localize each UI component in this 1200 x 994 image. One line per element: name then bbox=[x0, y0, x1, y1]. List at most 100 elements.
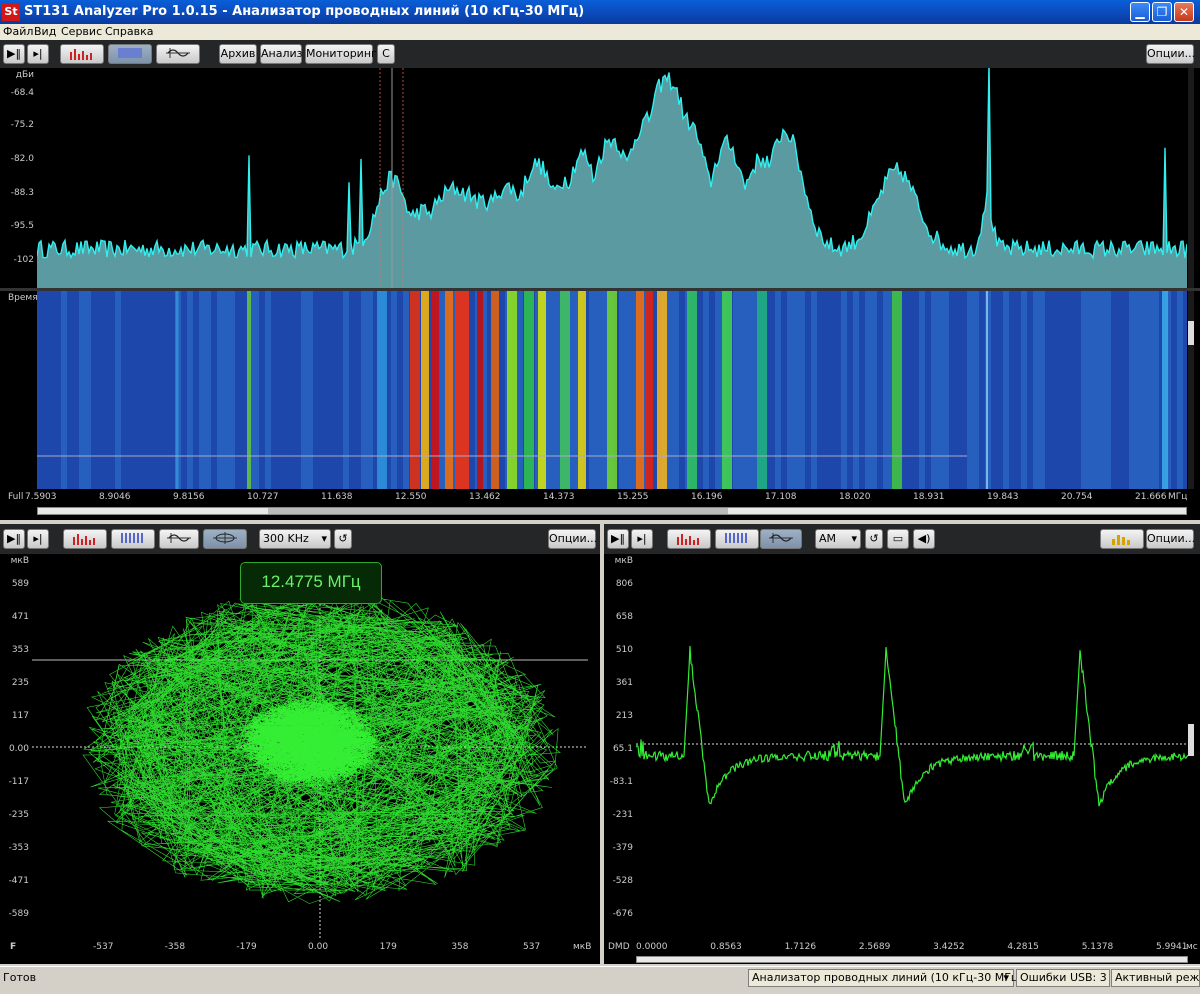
waterfall-column bbox=[739, 291, 745, 489]
spectrum-view-button[interactable] bbox=[667, 529, 711, 549]
span-select[interactable]: 300 KHz ▾ bbox=[259, 529, 331, 549]
refresh-button[interactable]: ↺ bbox=[865, 529, 883, 549]
lissajous-plot[interactable] bbox=[32, 554, 588, 939]
waveform-icon bbox=[166, 48, 190, 58]
spectrum-scroll[interactable] bbox=[1188, 68, 1194, 288]
oscilloscope-view-button[interactable] bbox=[159, 529, 199, 549]
waterfall-column bbox=[1033, 291, 1039, 489]
waterfall-label: Время bbox=[8, 293, 38, 303]
y-tick: -589 bbox=[8, 909, 29, 919]
spectrum-h-scrollbar[interactable] bbox=[37, 507, 1187, 515]
demod-mode-select[interactable]: AM ▾ bbox=[815, 529, 861, 549]
spectrum-plot[interactable] bbox=[37, 68, 1187, 288]
demod-mode-value: AM bbox=[819, 532, 837, 545]
waterfall-column bbox=[1141, 291, 1147, 489]
y-tick: -95.5 bbox=[10, 221, 34, 231]
menu-help[interactable]: Справка bbox=[105, 25, 153, 38]
waterfall-band bbox=[607, 291, 617, 489]
chevron-down-icon: ▾ bbox=[321, 532, 327, 545]
waterfall-column bbox=[61, 291, 67, 489]
waterfall-column bbox=[1045, 291, 1051, 489]
step-button[interactable]: ▸| bbox=[27, 44, 49, 64]
spectrum-view-button[interactable] bbox=[63, 529, 107, 549]
waterfall-column bbox=[841, 291, 847, 489]
spectrum-view-button[interactable] bbox=[60, 44, 104, 64]
waterfall-column bbox=[1021, 291, 1027, 489]
demod-h-scrollbar[interactable] bbox=[636, 956, 1188, 963]
waterfall-column bbox=[223, 291, 229, 489]
close-button[interactable]: ✕ bbox=[1174, 2, 1194, 22]
oscilloscope-view-button[interactable] bbox=[760, 529, 802, 549]
waterfall-column bbox=[67, 291, 73, 489]
x-tick: 3.4252 bbox=[933, 942, 965, 952]
y-tick: -235 bbox=[8, 810, 29, 820]
waterfall-view-button[interactable] bbox=[108, 44, 152, 64]
waterfall-column bbox=[241, 291, 247, 489]
histogram-button[interactable] bbox=[1100, 529, 1144, 549]
waterfall-band bbox=[560, 291, 570, 489]
menu-service[interactable]: Сервис bbox=[61, 25, 102, 38]
y-unit: мкВ bbox=[10, 556, 29, 566]
step-button[interactable]: ▸| bbox=[27, 529, 49, 549]
lissajous-view-button[interactable] bbox=[203, 529, 247, 549]
menu-view[interactable]: Вид bbox=[34, 25, 56, 38]
waterfall-column bbox=[1081, 291, 1087, 489]
demod-scroll-thumb[interactable] bbox=[1188, 724, 1194, 756]
waterfall-column bbox=[1111, 291, 1117, 489]
x-tick: 16.196 bbox=[691, 492, 723, 502]
step-icon: ▸| bbox=[637, 532, 647, 545]
play-pause-button[interactable]: ▶‖ bbox=[3, 529, 25, 549]
play-pause-button[interactable]: ▶‖ bbox=[607, 529, 629, 549]
demod-plot[interactable] bbox=[636, 554, 1188, 939]
waterfall-column bbox=[1171, 291, 1177, 489]
options-button[interactable]: Опции... bbox=[548, 529, 597, 549]
y-unit: мкВ bbox=[614, 556, 633, 566]
waterfall-column bbox=[55, 291, 61, 489]
archive-button[interactable]: Архив bbox=[219, 44, 257, 64]
sound-button[interactable]: ◀) bbox=[913, 529, 935, 549]
x-tick: 5.1378 bbox=[1081, 942, 1114, 952]
waterfall-view-button[interactable] bbox=[111, 529, 155, 549]
waterfall-column bbox=[289, 291, 295, 489]
waterfall-column bbox=[49, 291, 55, 489]
c-button[interactable]: С bbox=[377, 44, 395, 64]
waterfall-column bbox=[937, 291, 943, 489]
waterfall-column bbox=[361, 291, 367, 489]
waterfall-column bbox=[337, 291, 343, 489]
options-button[interactable]: Опции... bbox=[1146, 44, 1195, 64]
x-tick: 12.550 bbox=[395, 492, 427, 502]
monitoring-button[interactable]: Мониторинг bbox=[305, 44, 377, 64]
waterfall-column bbox=[673, 291, 679, 489]
y-tick: -68.4 bbox=[10, 88, 34, 98]
step-button[interactable]: ▸| bbox=[631, 529, 653, 549]
waterfall-plot[interactable] bbox=[37, 291, 1187, 489]
minimize-button[interactable]: ▁ bbox=[1130, 2, 1150, 22]
x-tick: 2.5689 bbox=[858, 942, 891, 952]
y-tick: -353 bbox=[8, 843, 29, 853]
waterfall-column bbox=[199, 291, 205, 489]
y-tick: 589 bbox=[11, 579, 29, 589]
menu-file[interactable]: Файл bbox=[3, 25, 33, 38]
waterfall-column bbox=[295, 291, 301, 489]
y-tick: 806 bbox=[615, 579, 633, 589]
waterfall-column bbox=[865, 291, 871, 489]
waterfall-column bbox=[259, 291, 265, 489]
record-button[interactable]: ▭ bbox=[887, 529, 909, 549]
options-button[interactable]: Опции... bbox=[1146, 529, 1195, 549]
x-tick: 18.931 bbox=[913, 492, 945, 502]
maximize-button[interactable]: ❐ bbox=[1152, 2, 1172, 22]
waterfall-view-button[interactable] bbox=[715, 529, 759, 549]
waterfall-column bbox=[829, 291, 835, 489]
y-tick: 213 bbox=[615, 711, 633, 721]
waterfall-column bbox=[1087, 291, 1093, 489]
analysis-button[interactable]: Анализ bbox=[260, 44, 303, 64]
play-pause-button[interactable]: ▶‖ bbox=[3, 44, 25, 64]
waterfall-scroll[interactable] bbox=[1188, 291, 1194, 489]
refresh-button[interactable]: ↺ bbox=[334, 529, 352, 549]
mode-select[interactable]: Анализатор проводных линий (10 кГц-30 МГ… bbox=[748, 969, 1023, 987]
y-tick: -82.0 bbox=[10, 154, 34, 164]
oscilloscope-view-button[interactable] bbox=[156, 44, 200, 64]
play-pause-icon: ▶‖ bbox=[611, 532, 625, 545]
waterfall-column bbox=[109, 291, 115, 489]
waterfall-column bbox=[877, 291, 883, 489]
